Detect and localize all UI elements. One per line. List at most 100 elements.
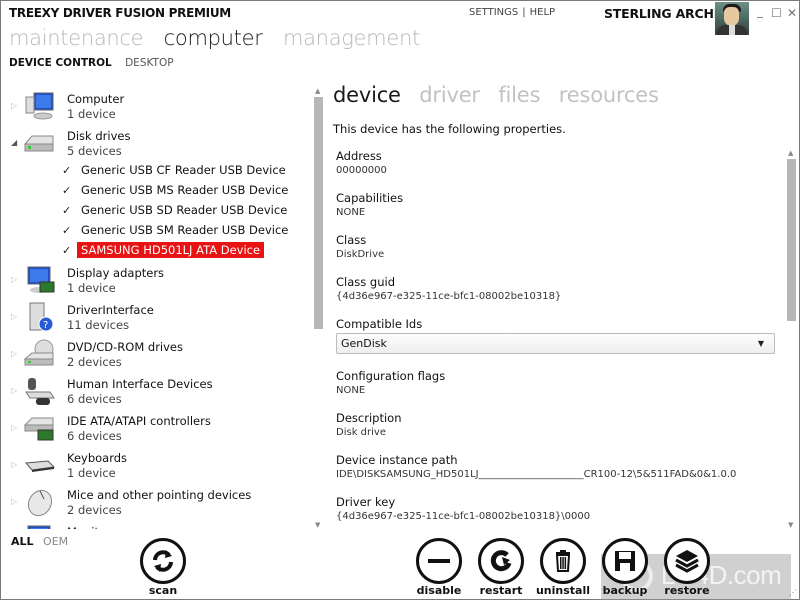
category-count: 2 devices xyxy=(67,355,122,369)
user-avatar[interactable] xyxy=(715,2,749,35)
restart-button[interactable]: restart xyxy=(469,538,533,597)
category-count: 11 devices xyxy=(67,318,130,332)
category-count: 6 devices xyxy=(67,429,122,443)
tree-category-disk-drives[interactable]: ◢ Disk drives 5 devices xyxy=(7,124,307,161)
minimize-button[interactable]: _ xyxy=(757,4,763,18)
tree-category-computer[interactable]: ▷ Computer 1 device xyxy=(7,87,307,124)
maximize-button[interactable]: ☐ xyxy=(771,6,782,20)
device-name: SAMSUNG HD501LJ ATA Device xyxy=(77,242,265,258)
scroll-up-icon[interactable]: ▲ xyxy=(788,149,793,157)
device-name: Generic USB CF Reader USB Device xyxy=(81,163,286,177)
scroll-down-icon[interactable]: ▼ xyxy=(788,521,793,529)
mouse-icon xyxy=(27,489,53,517)
properties-scrollbar[interactable]: ▲ ▼ xyxy=(785,149,797,529)
tree-device-selected[interactable]: ✓ SAMSUNG HD501LJ ATA Device xyxy=(7,241,307,261)
monitor-icon xyxy=(27,525,51,529)
tree-category-keyboards[interactable]: ▷ Keyboards 1 device xyxy=(7,446,307,483)
tree-scrollbar-thumb[interactable] xyxy=(314,97,323,330)
user-name[interactable]: STERLING ARCHER xyxy=(604,6,732,21)
properties-scrollbar-thumb[interactable] xyxy=(787,159,796,321)
subnav-device-control[interactable]: DEVICE CONTROL xyxy=(9,57,112,69)
nav-computer[interactable]: computer xyxy=(164,26,263,50)
tree-category-dvd-drives[interactable]: ▷ DVD/CD-ROM drives 2 devices xyxy=(7,335,307,372)
category-count: 5 devices xyxy=(67,144,122,158)
expand-arrow-icon[interactable]: ▷ xyxy=(11,423,17,432)
category-name: Display adapters xyxy=(67,266,165,280)
subnav-desktop[interactable]: DESKTOP xyxy=(125,57,173,69)
link-separator: | xyxy=(522,7,526,18)
check-icon: ✓ xyxy=(62,244,72,257)
property-driver-key: Driver key {4d36e967-e325-11ce-bfc1-0800… xyxy=(336,495,776,529)
chevron-down-icon: ▼ xyxy=(757,339,764,348)
tree-category-mice[interactable]: ▷ Mice and other pointing devices 2 devi… xyxy=(7,483,307,520)
settings-link[interactable]: SETTINGS xyxy=(469,7,518,18)
tree-scrollbar[interactable]: ▲ ▼ xyxy=(312,87,324,529)
tree-device[interactable]: ✓ Generic USB SM Reader USB Device xyxy=(7,221,307,241)
sub-nav: DEVICE CONTROL DESKTOP xyxy=(9,57,184,69)
backup-button[interactable]: backup xyxy=(593,538,657,597)
scroll-down-icon[interactable]: ▼ xyxy=(315,521,320,529)
category-name: Computer xyxy=(67,92,125,106)
close-button[interactable]: ✕ xyxy=(787,6,797,20)
tree-category-hid[interactable]: ▷ Human Interface Devices 6 devices xyxy=(7,372,307,409)
tree-device[interactable]: ✓ Generic USB CF Reader USB Device xyxy=(7,161,307,181)
property-value: NONE xyxy=(336,207,366,218)
tab-device[interactable]: device xyxy=(333,83,401,107)
floppy-disk-icon xyxy=(602,538,648,584)
expand-arrow-icon[interactable]: ▷ xyxy=(11,312,17,321)
help-link[interactable]: HELP xyxy=(530,7,555,18)
nav-maintenance[interactable]: maintenance xyxy=(9,26,144,50)
disable-button[interactable]: disable xyxy=(407,538,471,597)
ide-controller-icon xyxy=(23,417,54,441)
tree-device[interactable]: ✓ Generic USB SD Reader USB Device xyxy=(7,201,307,221)
filter-all[interactable]: ALL xyxy=(11,535,34,548)
check-icon: ✓ xyxy=(62,184,72,197)
expand-arrow-icon[interactable]: ▷ xyxy=(11,460,17,469)
filter-oem[interactable]: OEM xyxy=(43,535,68,548)
tab-resources[interactable]: resources xyxy=(559,83,659,107)
property-value: 00000000 xyxy=(336,165,387,176)
restore-button[interactable]: restore xyxy=(655,538,719,597)
dvd-drive-icon xyxy=(23,339,54,366)
category-name: Disk drives xyxy=(67,129,131,143)
expand-arrow-icon[interactable]: ▷ xyxy=(11,275,17,284)
property-label: Description xyxy=(336,411,402,425)
expand-arrow-icon[interactable]: ▷ xyxy=(11,497,17,506)
expand-arrow-icon[interactable]: ▷ xyxy=(11,386,17,395)
tree-category-monitors[interactable]: ▷ Monitors xyxy=(7,520,307,529)
scroll-up-icon[interactable]: ▲ xyxy=(315,87,320,95)
scan-label: scan xyxy=(148,584,178,597)
property-class: Class DiskDrive xyxy=(336,233,776,275)
refresh-icon xyxy=(140,538,186,584)
device-name: Generic USB MS Reader USB Device xyxy=(81,183,289,197)
tab-files[interactable]: files xyxy=(498,83,540,107)
device-tree: ▷ Computer 1 device ◢ Disk drives 5 devi… xyxy=(7,87,307,529)
category-name: Mice and other pointing devices xyxy=(67,488,252,502)
tree-category-ide-controllers[interactable]: ▷ IDE ATA/ATAPI controllers 6 devices xyxy=(7,409,307,446)
layers-icon xyxy=(664,538,710,584)
tree-device[interactable]: ✓ Generic USB MS Reader USB Device xyxy=(7,181,307,201)
expand-arrow-icon[interactable]: ▷ xyxy=(11,349,17,358)
uninstall-button[interactable]: uninstall xyxy=(531,538,595,597)
property-label: Capabilities xyxy=(336,191,404,205)
tree-category-driverinterface[interactable]: ▷ ? DriverInterface 11 devices xyxy=(7,298,307,335)
nav-management[interactable]: management xyxy=(283,26,420,50)
property-description: Description Disk drive xyxy=(336,411,776,453)
property-address: Address 00000000 xyxy=(336,149,776,191)
compatible-ids-dropdown[interactable]: GenDisk ▼ xyxy=(336,333,775,354)
property-label: Driver key xyxy=(336,495,396,509)
category-name: Keyboards xyxy=(67,451,128,465)
property-value: Disk drive xyxy=(336,427,386,438)
expand-arrow-icon[interactable]: ▷ xyxy=(11,101,17,110)
uninstall-label: uninstall xyxy=(535,584,591,597)
category-count: 1 device xyxy=(67,107,116,121)
tab-driver[interactable]: driver xyxy=(419,83,480,107)
properties-list: Address 00000000 Capabilities NONE Class… xyxy=(336,149,776,529)
restore-label: restore xyxy=(664,584,710,597)
resize-grip-icon[interactable]: ⋰ xyxy=(789,588,797,597)
device-filters: ALL OEM xyxy=(11,535,74,548)
collapse-arrow-icon[interactable]: ◢ xyxy=(11,138,17,147)
tree-category-display-adapters[interactable]: ▷ Display adapters 1 device xyxy=(7,261,307,298)
scan-button[interactable]: scan xyxy=(131,538,195,597)
category-name: DVD/CD-ROM drives xyxy=(67,340,183,354)
